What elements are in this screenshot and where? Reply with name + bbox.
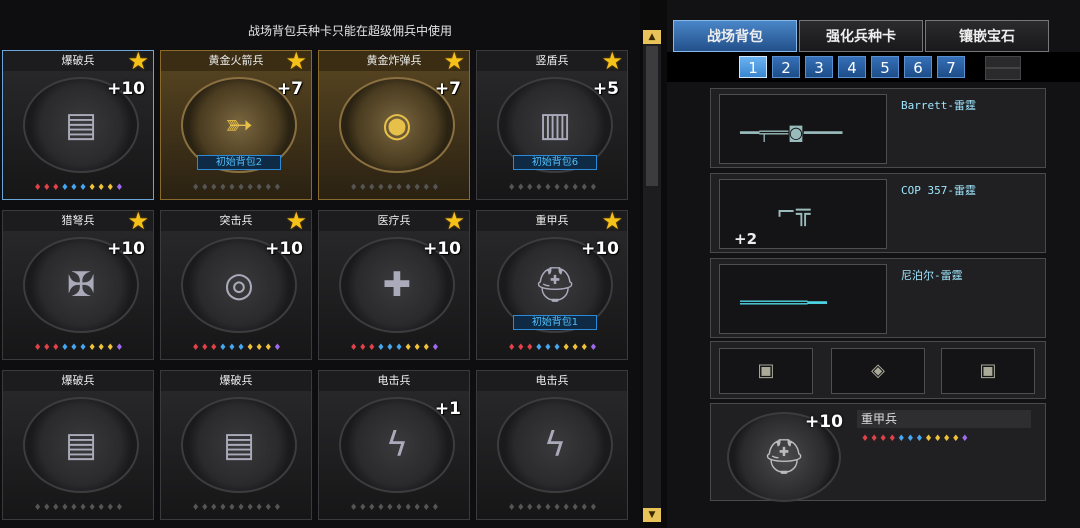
pack-icon: ▤: [23, 397, 139, 493]
star-icon: ★: [285, 47, 307, 75]
page-button-7[interactable]: 7: [937, 56, 965, 78]
soldier-card[interactable]: 重甲兵 ★ ⛑ +10 初始背包1 ♦♦♦♦♦♦♦♦♦♦: [476, 207, 628, 360]
page-button-2[interactable]: 2: [772, 56, 800, 78]
star-icon: ★: [601, 47, 623, 75]
primary-weapon-slot[interactable]: ━━╤══◙━━━━ Barrett-雷霆: [710, 88, 1046, 168]
card-level: +10: [265, 239, 303, 259]
page-button-3[interactable]: 3: [805, 56, 833, 78]
melee-weapon-name: 尼泊尔-雷霆: [901, 269, 963, 282]
secondary-weapon-frame: ⌐╦ +2: [719, 179, 887, 249]
star-icon: ★: [127, 207, 149, 235]
soldier-card[interactable]: 爆破兵★▤♦♦♦♦♦♦♦♦♦♦: [160, 370, 312, 520]
gem-sockets: ♦♦♦♦♦♦♦♦♦♦: [33, 503, 125, 513]
initial-backpack-badge: 初始背包6: [513, 155, 597, 170]
soldier-gems: ♦♦♦♦♦♦♦♦♦♦♦♦: [861, 434, 970, 444]
card-grid-panel: 战场背包兵种卡只能在超级佣兵中使用 爆破兵 ★ ▤ +10 ♦♦♦♦♦♦♦♦♦♦ 黄金火箭…: [0, 0, 640, 528]
gem-sockets: ♦♦♦♦♦♦♦♦♦♦: [191, 503, 283, 513]
card-title: 电击兵: [477, 371, 627, 391]
secondary-weapon-slot[interactable]: ⌐╦ +2 COP 357-雷霆: [710, 173, 1046, 253]
soldier-card[interactable]: 竖盾兵 ★ ▥ +5 初始背包6 ♦♦♦♦♦♦♦♦♦♦: [476, 47, 628, 200]
card-level: +10: [423, 239, 461, 259]
card-title: 电击兵: [319, 371, 469, 391]
ammo-count: +2: [734, 230, 758, 248]
page-button-4[interactable]: 4: [838, 56, 866, 78]
soldier-level: +10: [805, 412, 843, 432]
gem-sockets: ♦♦♦♦♦♦♦♦♦♦: [349, 183, 441, 193]
page-button-6[interactable]: 6: [904, 56, 932, 78]
star-icon: ★: [443, 207, 465, 235]
soldier-card[interactable]: 爆破兵 ★ ▤ +10 ♦♦♦♦♦♦♦♦♦♦: [2, 47, 154, 200]
initial-backpack-badge: 初始背包1: [513, 315, 597, 330]
gem-sockets: ♦♦♦♦♦♦♦♦♦♦: [33, 183, 125, 193]
card-level: +10: [107, 239, 145, 259]
grenade-icon[interactable]: ▣: [941, 348, 1035, 394]
initial-backpack-badge: 初始背包2: [197, 155, 281, 170]
scroll-thumb[interactable]: [646, 46, 658, 186]
soldier-card[interactable]: 电击兵★ϟ♦♦♦♦♦♦♦♦♦♦: [476, 370, 628, 520]
gem-sockets: ♦♦♦♦♦♦♦♦♦♦: [349, 503, 441, 513]
soldier-name: 重甲兵: [857, 410, 1031, 428]
gem-sockets: ♦♦♦♦♦♦♦♦♦♦: [507, 343, 599, 353]
soldier-card[interactable]: 猎弩兵 ★ ✠ +10 ♦♦♦♦♦♦♦♦♦♦: [2, 207, 154, 360]
tab-inlay-gem[interactable]: 镶嵌宝石: [925, 20, 1049, 52]
gem-sockets: ♦♦♦♦♦♦♦♦♦♦: [191, 183, 283, 193]
page-button-1[interactable]: 1: [739, 56, 767, 78]
grenade-icon[interactable]: ▣: [719, 348, 813, 394]
soldier-card[interactable]: 医疗兵 ★ ✚ +10 ♦♦♦♦♦♦♦♦♦♦: [318, 207, 470, 360]
scroll-down-button[interactable]: ▼: [643, 508, 661, 522]
primary-weapon-name: Barrett-雷霆: [901, 99, 976, 112]
gem-sockets: ♦♦♦♦♦♦♦♦♦♦: [507, 183, 599, 193]
gem-sockets: ♦♦♦♦♦♦♦♦♦♦: [191, 343, 283, 353]
card-level: +5: [592, 79, 619, 99]
soldier-card[interactable]: 黄金炸弹兵 ★ ◉ +7 ♦♦♦♦♦♦♦♦♦♦: [318, 47, 470, 200]
star-icon: ★: [443, 47, 465, 75]
star-icon: ★: [601, 207, 623, 235]
backpack-pagination: 1 2 3 4 5 6 7: [667, 52, 1080, 82]
soldier-card[interactable]: 黄金火箭兵 ★ ➳ +7 初始背包2 ♦♦♦♦♦♦♦♦♦♦: [160, 47, 312, 200]
card-scrollbar[interactable]: ▲ ▼: [643, 30, 661, 522]
star-icon: ★: [127, 47, 149, 75]
card-level: +1: [434, 399, 461, 419]
melee-weapon-slot[interactable]: ═══════━━ 尼泊尔-雷霆: [710, 258, 1046, 338]
card-level: +7: [276, 79, 303, 99]
scroll-up-button[interactable]: ▲: [643, 30, 661, 44]
usage-hint: 战场背包兵种卡只能在超级佣兵中使用: [247, 24, 452, 38]
card-level: +10: [581, 239, 619, 259]
lightning-icon: ϟ: [497, 397, 613, 493]
knife-icon: ═══════━━: [740, 293, 827, 312]
panel-tabs: 战场背包 强化兵种卡 镶嵌宝石: [673, 20, 1051, 52]
soldier-card[interactable]: 电击兵★ϟ+1♦♦♦♦♦♦♦♦♦♦: [318, 370, 470, 520]
soldier-card[interactable]: 突击兵 ★ ◎ +10 ♦♦♦♦♦♦♦♦♦♦: [160, 207, 312, 360]
tab-enhance-card[interactable]: 强化兵种卡: [799, 20, 923, 52]
card-title: 爆破兵: [3, 371, 153, 391]
soldier-card-slot[interactable]: ⛑ +10 重甲兵 ♦♦♦♦♦♦♦♦♦♦♦♦: [710, 403, 1046, 502]
page-up-arrow[interactable]: [985, 56, 1021, 68]
sniper-rifle-icon: ━━╤══◙━━━━: [740, 123, 843, 142]
battle-backpack-panel: 战场背包 强化兵种卡 镶嵌宝石 1 2 3 4 5 6 7 ━━╤══◙━━━━…: [667, 0, 1080, 528]
pistol-icon: ⌐╦: [776, 198, 811, 226]
melee-weapon-frame: ═══════━━: [719, 264, 887, 334]
grenade-slots: ▣ ◈ ▣: [710, 341, 1046, 399]
pack-icon: ▤: [181, 397, 297, 493]
page-button-5[interactable]: 5: [871, 56, 899, 78]
card-title: 爆破兵: [161, 371, 311, 391]
card-level: +7: [434, 79, 461, 99]
primary-weapon-frame: ━━╤══◙━━━━: [719, 94, 887, 164]
grenade-icon[interactable]: ◈: [831, 348, 925, 394]
gem-sockets: ♦♦♦♦♦♦♦♦♦♦: [33, 343, 125, 353]
soldier-card[interactable]: 爆破兵★▤♦♦♦♦♦♦♦♦♦♦: [2, 370, 154, 520]
tab-battle-backpack[interactable]: 战场背包: [673, 20, 797, 52]
secondary-weapon-name: COP 357-雷霆: [901, 184, 976, 197]
gem-sockets: ♦♦♦♦♦♦♦♦♦♦: [507, 503, 599, 513]
gem-sockets: ♦♦♦♦♦♦♦♦♦♦: [349, 343, 441, 353]
card-level: +10: [107, 79, 145, 99]
star-icon: ★: [285, 207, 307, 235]
page-down-arrow[interactable]: [985, 68, 1021, 80]
